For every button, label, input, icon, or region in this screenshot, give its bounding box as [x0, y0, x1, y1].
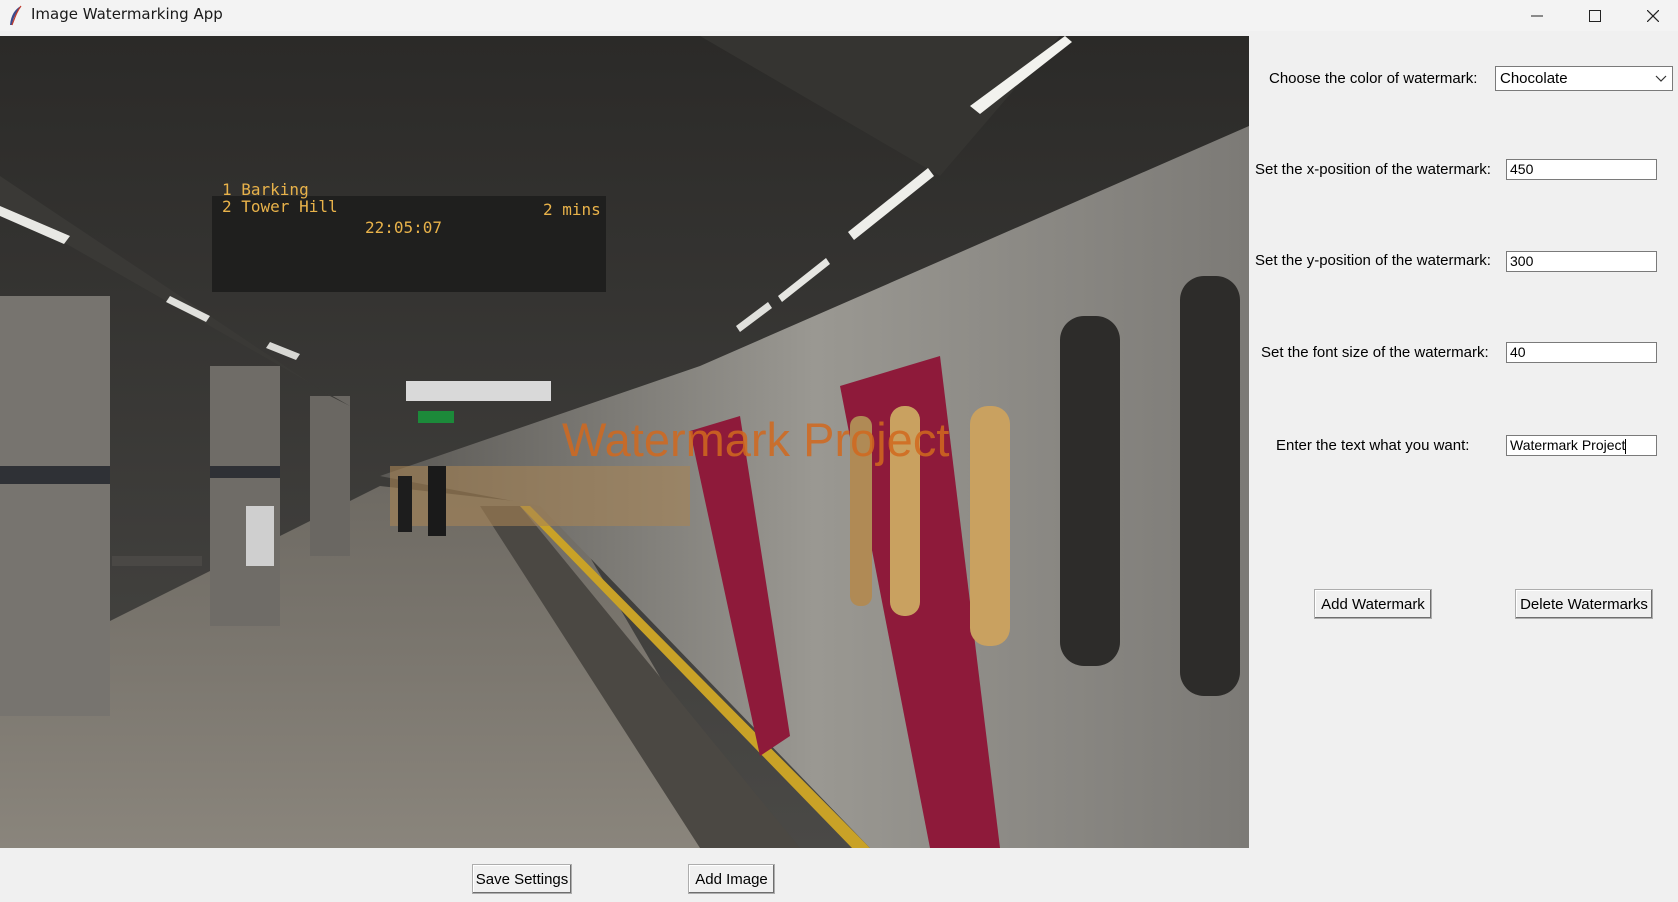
- title-bar: Image Watermarking App: [0, 0, 1678, 31]
- y-position-label: Set the y-position of the watermark:: [1255, 252, 1491, 269]
- window-title: Image Watermarking App: [31, 5, 223, 23]
- x-position-input[interactable]: 450: [1506, 159, 1657, 180]
- watermark-preview: Watermark Project: [562, 413, 950, 466]
- maximize-icon: [1589, 9, 1601, 22]
- minimize-icon: [1531, 15, 1543, 16]
- board-time: 22:05:07: [365, 218, 443, 237]
- add-watermark-button[interactable]: Add Watermark: [1314, 589, 1432, 619]
- font-size-input[interactable]: 40: [1506, 342, 1657, 363]
- font-size-label: Set the font size of the watermark:: [1261, 344, 1489, 361]
- add-image-button[interactable]: Add Image: [688, 864, 775, 894]
- text-label: Enter the text what you want:: [1276, 437, 1470, 454]
- board-line-2: 2 Tower Hill: [222, 197, 338, 216]
- feather-icon: [10, 5, 22, 26]
- color-select-value: Chocolate: [1500, 70, 1568, 87]
- x-position-label: Set the x-position of the watermark:: [1255, 161, 1491, 178]
- watermark-text-input[interactable]: Watermark Project: [1506, 435, 1657, 456]
- close-button[interactable]: [1624, 0, 1678, 31]
- delete-watermarks-button[interactable]: Delete Watermarks: [1515, 589, 1653, 619]
- text-cursor: [1625, 438, 1627, 454]
- board-mins: 2 mins: [543, 200, 601, 219]
- save-settings-button[interactable]: Save Settings: [472, 864, 572, 894]
- chevron-down-icon: [1655, 75, 1667, 82]
- color-label: Choose the color of watermark:: [1269, 70, 1478, 87]
- minimize-button[interactable]: [1508, 0, 1566, 31]
- image-canvas[interactable]: 1 Barking 2 Tower Hill 22:05:07 2 mins W…: [0, 36, 1249, 848]
- color-select[interactable]: Chocolate: [1495, 66, 1673, 91]
- maximize-button[interactable]: [1566, 0, 1624, 31]
- watermark-text-value: Watermark Project: [1510, 437, 1626, 453]
- close-icon: [1647, 9, 1659, 22]
- y-position-input[interactable]: 300: [1506, 251, 1657, 272]
